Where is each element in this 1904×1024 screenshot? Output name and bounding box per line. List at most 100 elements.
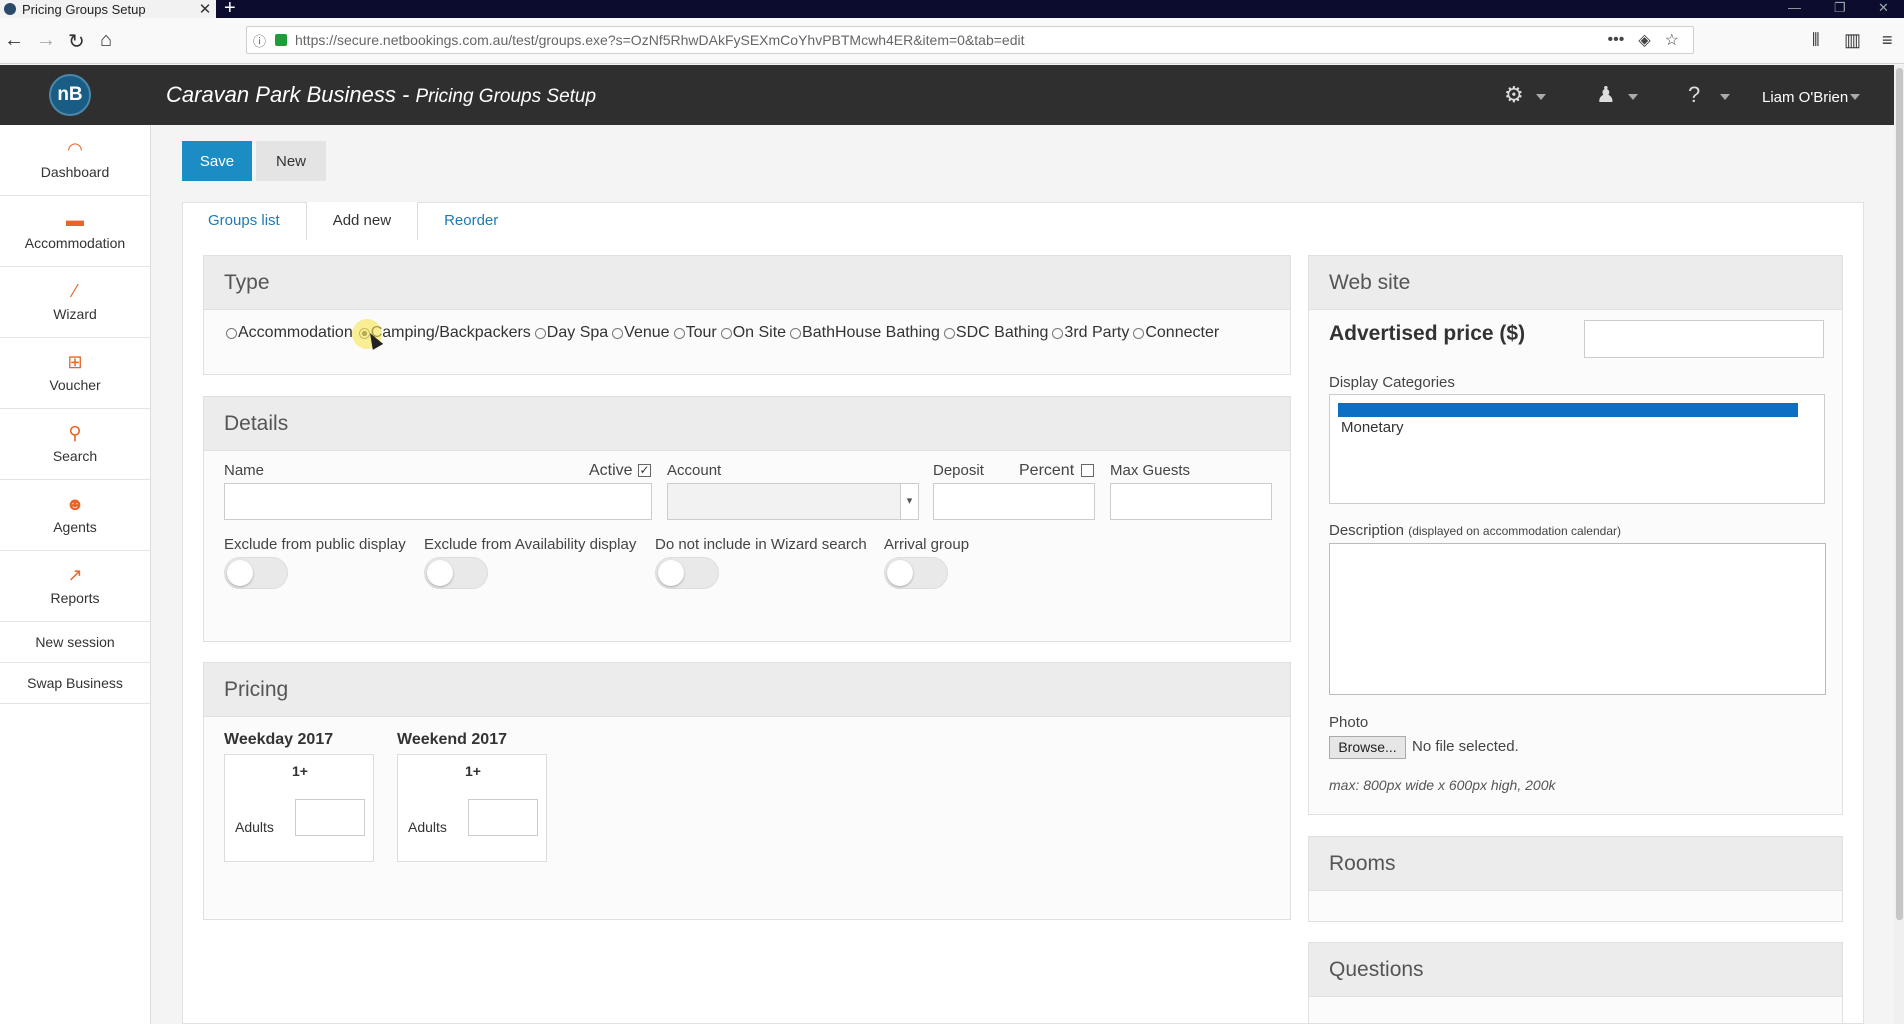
wizard-search-toggle[interactable]	[655, 557, 719, 589]
account-select[interactable]: ▾	[667, 483, 919, 520]
menu-icon[interactable]: ≡	[1882, 30, 1893, 51]
sidebar-item-reports[interactable]: ↗ Reports	[0, 551, 150, 622]
favicon-icon	[4, 3, 16, 15]
list-item[interactable]: Monetary	[1341, 419, 1404, 436]
radio-button[interactable]	[673, 327, 685, 339]
window-close-icon[interactable]: ✕	[1878, 0, 1889, 16]
back-icon[interactable]: ←	[4, 29, 24, 52]
swap-business-link[interactable]: Swap Business	[0, 663, 150, 704]
browser-tab[interactable]: Pricing Groups Setup ✕	[0, 0, 216, 18]
advertised-price-input[interactable]	[1584, 320, 1824, 358]
active-checkbox[interactable]: ✓	[638, 464, 651, 477]
new-button[interactable]: New	[256, 141, 326, 181]
lock-icon	[275, 34, 287, 46]
restore-icon[interactable]: ❐	[1834, 0, 1846, 16]
site-info-icon[interactable]: ⓘ	[253, 31, 271, 50]
browse-button[interactable]: Browse...	[1329, 736, 1406, 759]
radio-button[interactable]	[534, 327, 546, 339]
radio-label: Camping/Backpackers	[370, 324, 531, 341]
settings-gear-icon[interactable]: ⚙	[1504, 82, 1524, 108]
chevron-down-icon[interactable]: ▾	[900, 484, 918, 519]
page-actions-icon[interactable]: •••	[1608, 31, 1625, 49]
type-option-sdc-bathing[interactable]: SDC Bathing	[940, 324, 1048, 342]
agent-menu-icon[interactable]: ♟	[1596, 82, 1616, 108]
selected-category-row[interactable]	[1338, 403, 1798, 417]
photo-label: Photo	[1329, 714, 1369, 731]
max-guests-input[interactable]	[1110, 483, 1272, 520]
sidebar-item-agents[interactable]: ☻ Agents	[0, 480, 150, 551]
type-option-tour[interactable]: Tour	[670, 324, 717, 342]
radio-button[interactable]	[790, 327, 802, 339]
library-icon[interactable]: ⫴	[1812, 30, 1820, 51]
radio-button[interactable]	[1133, 327, 1145, 339]
type-option-venue[interactable]: Venue	[608, 324, 670, 342]
new-session-link[interactable]: New session	[0, 622, 150, 663]
reload-icon[interactable]: ↻	[68, 29, 85, 54]
sidebar-item-voucher[interactable]: ⊞ Voucher	[0, 338, 150, 409]
weekend-adults-price-input[interactable]	[468, 799, 538, 836]
display-categories-label: Display Categories	[1329, 374, 1455, 391]
title-separator: -	[395, 82, 416, 107]
chevron-down-icon[interactable]	[1720, 94, 1730, 100]
user-menu[interactable]: Liam O'Brien	[1762, 89, 1848, 106]
questions-title: Questions	[1309, 943, 1842, 997]
type-option-on-site[interactable]: On Site	[717, 324, 786, 342]
pocket-icon[interactable]: ◈	[1638, 30, 1650, 50]
save-button[interactable]: Save	[182, 141, 252, 181]
bookmark-star-icon[interactable]: ☆	[1665, 30, 1679, 50]
agent-icon: ☻	[65, 494, 85, 514]
radio-button[interactable]	[612, 327, 624, 339]
pricing-row-label: Adults	[235, 819, 274, 835]
minimize-icon[interactable]: —	[1788, 0, 1801, 15]
sidebar-item-accommodation[interactable]: ▬ Accommodation	[0, 196, 150, 267]
chevron-down-icon[interactable]	[1536, 94, 1546, 100]
sidebar-item-search[interactable]: ⚲ Search	[0, 409, 150, 480]
home-icon[interactable]: ⌂	[100, 29, 112, 52]
sidebar-toggle-icon[interactable]: ▥	[1844, 30, 1861, 51]
toggle-label: Arrival group	[884, 536, 970, 553]
business-name: Caravan Park Business	[166, 82, 396, 107]
close-tab-icon[interactable]: ✕	[194, 0, 216, 18]
tab-reorder[interactable]: Reorder	[418, 202, 524, 240]
radio-button[interactable]	[720, 327, 732, 339]
pricing-section: Pricing Weekday 2017 1+ Adults Weekend 2…	[203, 662, 1291, 920]
active-label: Active	[589, 462, 633, 479]
sidebar-item-wizard[interactable]: ⁄ Wizard	[0, 267, 150, 338]
app-header: nB Caravan Park Business - Pricing Group…	[0, 65, 1894, 125]
tab-add-new[interactable]: Add new	[305, 202, 419, 240]
new-tab-icon[interactable]: +	[224, 0, 236, 20]
help-icon[interactable]: ?	[1688, 82, 1700, 108]
description-textarea[interactable]	[1329, 543, 1826, 695]
tab-groups-list[interactable]: Groups list	[182, 202, 306, 240]
logo[interactable]: nB	[49, 74, 91, 116]
pricing-title: Pricing	[204, 663, 1290, 717]
radio-button[interactable]	[226, 327, 237, 339]
scrollbar-thumb[interactable]	[1896, 68, 1903, 920]
name-input[interactable]	[224, 483, 652, 520]
display-categories-list[interactable]: Monetary	[1329, 394, 1825, 504]
details-section: Details Name Active ✓ Account ▾ Deposit …	[203, 396, 1291, 642]
chevron-down-icon[interactable]	[1850, 94, 1860, 100]
radio-button[interactable]	[1052, 327, 1064, 339]
exclude-public-toggle[interactable]	[224, 557, 288, 589]
pricing-grid-weekend: 1+ Adults	[397, 754, 547, 862]
type-option-connecter[interactable]: Connecter	[1129, 324, 1219, 342]
forward-icon[interactable]: →	[36, 29, 56, 52]
radio-button[interactable]	[943, 327, 955, 339]
type-option-accommodation[interactable]: Accommodation	[226, 324, 353, 342]
url-text[interactable]: https://secure.netbookings.com.au/test/g…	[295, 32, 1608, 48]
url-bar[interactable]: ⓘ https://secure.netbookings.com.au/test…	[246, 26, 1694, 54]
sidebar-item-dashboard[interactable]: ◠ Dashboard	[0, 125, 150, 196]
deposit-input[interactable]	[933, 483, 1095, 520]
description-note: (displayed on accommodation calendar)	[1408, 524, 1621, 538]
chevron-down-icon[interactable]	[1628, 94, 1638, 100]
weekday-adults-price-input[interactable]	[295, 799, 365, 836]
sidebar-item-label: Voucher	[49, 377, 101, 393]
toggle-label: Exclude from public display	[224, 536, 406, 553]
type-option-bathhouse[interactable]: BathHouse Bathing	[786, 324, 940, 342]
type-option-3rd-party[interactable]: 3rd Party	[1048, 324, 1129, 342]
percent-checkbox[interactable]	[1081, 464, 1094, 477]
type-option-day-spa[interactable]: Day Spa	[531, 324, 608, 342]
exclude-availability-toggle[interactable]	[424, 557, 488, 589]
arrival-group-toggle[interactable]	[884, 557, 948, 589]
